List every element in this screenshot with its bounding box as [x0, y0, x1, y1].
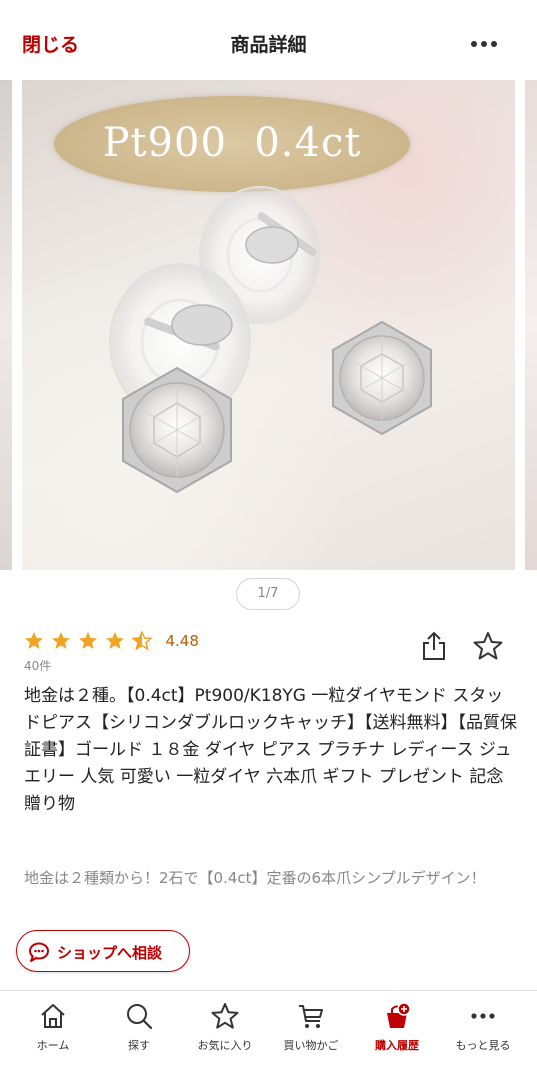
more-icon — [471, 1013, 495, 1019]
tab-cart[interactable]: 買い物かご — [271, 1001, 351, 1063]
search-icon — [127, 1004, 153, 1030]
catch-copy: 地金は２種類から！2石で【0.4ct】定番の6本爪シンプルデザイン！ — [24, 869, 486, 887]
tab-label: 購入履歴 — [375, 1039, 419, 1052]
rating[interactable]: 4.48 — [24, 629, 199, 652]
product-title: 地金は２種。【0.4ct】Pt900/K18YG 一粒ダイヤモンド スタッドピア… — [24, 686, 517, 814]
tab-label: お気に入り — [197, 1039, 253, 1052]
page-title: 商品詳細 — [230, 34, 307, 56]
star-full-icon — [24, 631, 44, 651]
tab-label: もっと見る — [455, 1039, 511, 1052]
tab-label: ホーム — [36, 1039, 70, 1052]
earring-illustration — [109, 186, 432, 494]
tab-label: 探す — [128, 1039, 150, 1052]
tab-favorites[interactable]: お気に入り — [185, 1001, 265, 1063]
more-horizontal-icon[interactable] — [469, 30, 499, 54]
product-photo[interactable]: Pt900 0.4ct — [22, 80, 515, 570]
consult-label: ショップへ相談 — [57, 944, 163, 962]
share-icon[interactable] — [420, 630, 448, 662]
star-outline-icon[interactable] — [472, 630, 504, 662]
tab-home[interactable]: ホーム — [13, 1001, 93, 1063]
star-icon — [211, 1003, 239, 1029]
rating-score: 4.48 — [165, 631, 199, 650]
image-pager: 1/7 — [236, 578, 300, 610]
tab-more[interactable]: もっと見る — [443, 1001, 523, 1063]
star-half-icon — [131, 629, 154, 651]
star-full-icon — [105, 631, 125, 651]
home-icon — [41, 1004, 65, 1028]
consult-shop-button[interactable]: ショップへ相談 — [16, 930, 190, 972]
review-count[interactable]: 40件 — [24, 657, 51, 674]
chat-icon — [29, 942, 49, 962]
next-image-peek[interactable] — [525, 80, 537, 570]
header: 閉じる 商品詳細 — [0, 0, 537, 82]
cart-icon — [299, 1005, 323, 1028]
bottom-tab-bar: ホーム 探す お気に入り 買い物かご 購入履歴 もっと見る — [0, 990, 537, 1080]
product-image-carousel[interactable]: Pt900 0.4ct — [0, 80, 537, 570]
previous-image-peek[interactable] — [0, 80, 12, 570]
star-full-icon — [51, 631, 71, 651]
star-full-icon — [78, 631, 98, 651]
tab-purchase-history[interactable]: 購入履歴 — [357, 1001, 437, 1063]
tab-label: 買い物かご — [283, 1039, 339, 1052]
tab-search[interactable]: 探す — [99, 1001, 179, 1063]
purchase-history-icon — [387, 1002, 411, 1028]
